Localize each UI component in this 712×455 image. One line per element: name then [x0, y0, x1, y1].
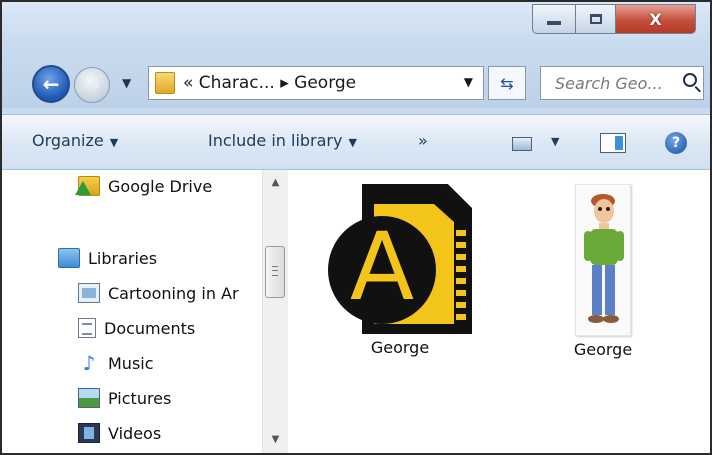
music-icon: ♪ [82, 351, 96, 375]
forward-arrow-icon: → [84, 74, 100, 96]
pictures-icon [78, 388, 100, 408]
sidebar-item-label: Videos [108, 423, 162, 443]
animation-logo-circle: A [328, 216, 436, 324]
refresh-icon: ⇆ [500, 73, 514, 93]
close-button[interactable]: X [616, 4, 696, 34]
help-icon[interactable]: ? [665, 132, 687, 154]
recent-pages-button[interactable]: ▼ [122, 76, 131, 90]
folder-icon [155, 72, 175, 94]
cartoon-character-icon [584, 194, 624, 323]
animation-file-icon: A [328, 184, 472, 334]
minimize-icon [547, 21, 561, 25]
sidebar-item-label: Pictures [108, 388, 172, 408]
navigation-bar: ← → ▼ « Charac... ▸ George ▼ ⇆ Search Ge… [2, 52, 710, 108]
search-icon[interactable] [683, 73, 697, 87]
file-item-character[interactable]: George [533, 184, 673, 359]
window-controls: X [532, 4, 696, 34]
title-bar[interactable]: X [2, 2, 710, 52]
sidebar-item-label: Google Drive [108, 176, 213, 196]
organize-label: Organize [32, 131, 104, 150]
sidebar-item-pictures[interactable]: Pictures [78, 388, 171, 408]
address-bar[interactable]: « Charac... ▸ George ▼ [148, 66, 484, 100]
sidebar-item-label: Libraries [88, 248, 158, 268]
file-item-animation[interactable]: A George [328, 184, 472, 357]
sidebar-item-libraries[interactable]: Libraries [58, 248, 157, 268]
videos-icon [78, 423, 100, 443]
close-icon: X [649, 9, 662, 29]
address-dropdown-icon[interactable]: ▼ [464, 75, 473, 89]
scroll-up-icon[interactable]: ▲ [263, 172, 288, 192]
sidebar-item-videos[interactable]: Videos [78, 423, 161, 443]
view-options-dropdown-icon[interactable]: ▼ [551, 135, 559, 148]
chevron-down-icon: ▼ [109, 136, 119, 149]
preview-pane-icon[interactable] [600, 133, 626, 153]
sidebar-item-music[interactable]: ♪ Music [78, 351, 154, 375]
more-commands-button[interactable]: » [418, 131, 428, 150]
navigation-pane: Google Drive Libraries Cartooning in Ar … [2, 170, 290, 453]
back-arrow-icon: ← [42, 72, 60, 96]
breadcrumb[interactable]: « Charac... ▸ George [183, 73, 356, 93]
scrollbar-thumb[interactable] [265, 246, 285, 298]
film-holes-shape [456, 224, 466, 324]
organize-button[interactable]: Organize ▼ [32, 131, 118, 150]
google-drive-icon [75, 176, 100, 196]
command-bar: Organize ▼ Include in library ▼ » ▼ ? [2, 114, 710, 170]
sidebar-item-documents[interactable]: Documents [78, 318, 195, 338]
maximize-icon [589, 14, 602, 24]
file-name: George [573, 340, 633, 359]
file-list: A George George [290, 170, 710, 453]
help-glyph: ? [671, 135, 681, 151]
explorer-window: X ← → ▼ « Charac... ▸ George ▼ ⇆ Search … [0, 0, 712, 455]
search-placeholder: Search Geo... [555, 73, 663, 93]
sidebar-item-label: Documents [104, 318, 196, 338]
navigation-scrollbar[interactable]: ▲ ▼ [262, 170, 288, 453]
search-input[interactable]: Search Geo... [540, 66, 704, 100]
include-in-library-button[interactable]: Include in library ▼ [208, 131, 357, 150]
chevron-down-icon: ▼ [122, 76, 132, 90]
animation-logo-letter: A [349, 213, 415, 322]
character-thumbnail [575, 184, 631, 336]
sidebar-item-label: Cartooning in Ar [108, 283, 239, 303]
back-button[interactable]: ← [32, 65, 70, 103]
more-commands-icon: » [418, 131, 428, 150]
file-name: George [370, 338, 430, 357]
grip-icon [272, 266, 278, 276]
refresh-button[interactable]: ⇆ [488, 66, 526, 100]
forward-button[interactable]: → [74, 67, 110, 103]
maximize-button[interactable] [576, 4, 616, 34]
minimize-button[interactable] [532, 4, 576, 34]
include-in-library-label: Include in library [208, 131, 343, 150]
libraries-icon [58, 248, 80, 268]
documents-icon [78, 318, 96, 338]
chevron-down-icon: ▼ [348, 136, 357, 149]
scroll-down-icon[interactable]: ▼ [263, 429, 288, 449]
change-view-icon[interactable] [512, 137, 532, 151]
library-folder-icon [78, 283, 100, 303]
sidebar-item-cartooning[interactable]: Cartooning in Ar [78, 283, 239, 303]
sidebar-item-label: Music [108, 353, 154, 373]
sidebar-item-google-drive[interactable]: Google Drive [75, 176, 213, 196]
